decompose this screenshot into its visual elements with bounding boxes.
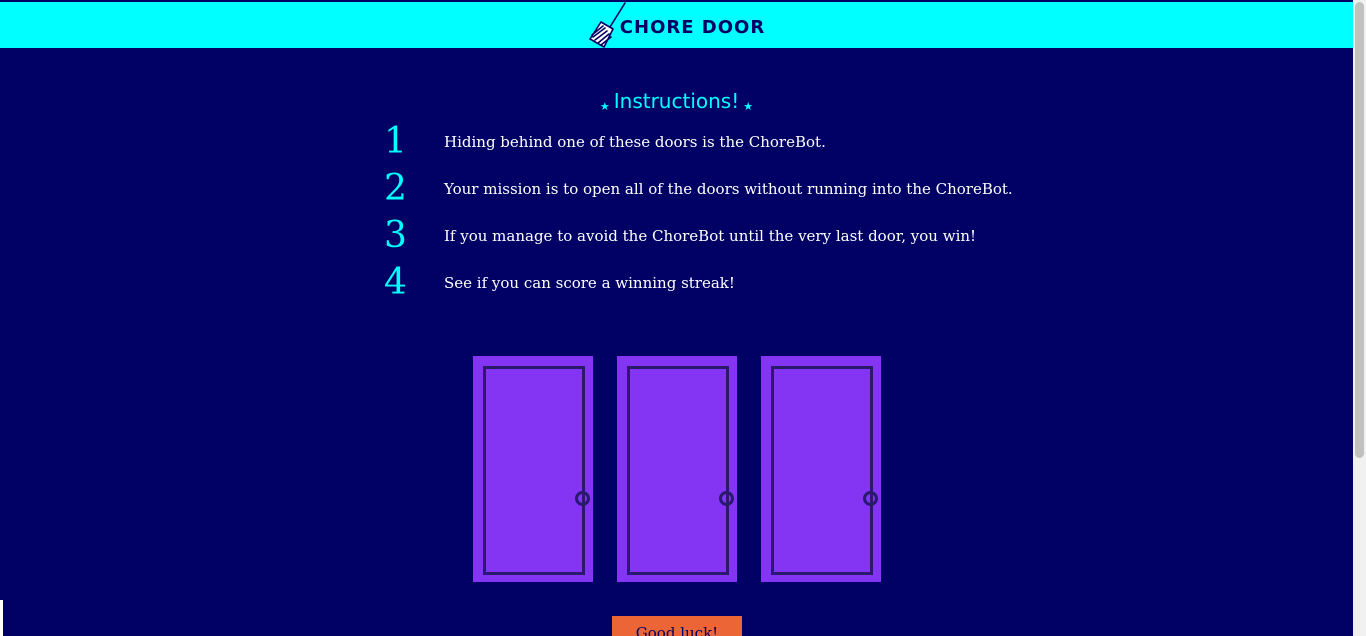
door-knob-icon bbox=[863, 491, 878, 506]
start-button[interactable]: Good luck! bbox=[612, 616, 742, 636]
door-1[interactable] bbox=[473, 356, 593, 582]
instruction-row: 4 See if you can score a winning streak! bbox=[380, 259, 1080, 306]
instruction-number: 4 bbox=[384, 262, 407, 303]
door-3[interactable] bbox=[761, 356, 881, 582]
closed-door-icon bbox=[627, 366, 734, 575]
page: CHORE DOOR ★ Instructions! ★ 1 Hiding behi… bbox=[0, 0, 1366, 636]
navbar: CHORE DOOR bbox=[0, 2, 1353, 48]
instruction-text: Your mission is to open all of the doors… bbox=[444, 179, 1013, 198]
door-knob-icon bbox=[719, 491, 734, 506]
star-icon: ★ bbox=[743, 100, 754, 113]
edge-strip bbox=[0, 600, 3, 636]
scrollbar-thumb[interactable] bbox=[1355, 2, 1364, 458]
game-viewport: CHORE DOOR ★ Instructions! ★ 1 Hiding behi… bbox=[0, 0, 1353, 636]
instruction-text: See if you can score a winning streak! bbox=[444, 273, 735, 292]
instruction-list: 1 Hiding behind one of these doors is th… bbox=[380, 118, 1080, 306]
instruction-row: 2 Your mission is to open all of the doo… bbox=[380, 165, 1080, 212]
instruction-number: 3 bbox=[384, 215, 407, 256]
door-row bbox=[473, 356, 881, 582]
instructions-heading: ★ Instructions! ★ bbox=[0, 88, 1353, 118]
logo[interactable]: CHORE DOOR bbox=[588, 2, 765, 48]
instruction-row: 1 Hiding behind one of these doors is th… bbox=[380, 118, 1080, 165]
instruction-number: 1 bbox=[384, 121, 407, 162]
closed-door-icon bbox=[771, 366, 878, 575]
instruction-text: If you manage to avoid the ChoreBot unti… bbox=[444, 226, 977, 245]
closed-door-icon bbox=[483, 366, 590, 575]
instructions-title: Instructions! bbox=[613, 89, 740, 113]
star-icon: ★ bbox=[599, 100, 610, 113]
app-title: CHORE DOOR bbox=[619, 16, 766, 38]
instruction-number: 2 bbox=[384, 168, 407, 209]
door-knob-icon bbox=[575, 491, 590, 506]
door-2[interactable] bbox=[617, 356, 737, 582]
instruction-text: Hiding behind one of these doors is the … bbox=[444, 132, 826, 151]
instruction-row: 3 If you manage to avoid the ChoreBot un… bbox=[380, 212, 1080, 259]
vertical-scrollbar[interactable] bbox=[1353, 0, 1366, 636]
